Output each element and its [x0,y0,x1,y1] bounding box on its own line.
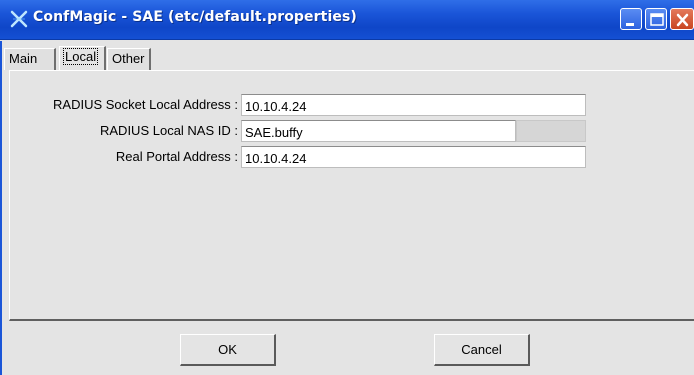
radius-local-nas-id-input[interactable] [241,120,516,142]
radius-socket-local-address-label: RADIUS Socket Local Address : [53,97,238,112]
real-portal-address-label: Real Portal Address : [115,149,238,164]
tab-local[interactable]: Local [59,46,106,71]
tab-main-label: Main [9,51,38,66]
tab-strip: Main Local Other [0,41,694,71]
maximize-button[interactable] [645,8,667,30]
minimize-icon [626,23,634,26]
cancel-button[interactable]: Cancel [434,334,530,366]
window-left-border [0,41,2,375]
radius-local-nas-id-label: RADIUS Local NAS ID : [100,123,238,138]
close-icon [676,13,689,27]
radius-socket-local-address-input[interactable] [241,94,586,116]
ok-button[interactable]: OK [180,334,276,366]
close-button[interactable] [670,8,694,30]
minimize-button[interactable] [620,8,642,30]
tab-other[interactable]: Other [107,48,151,70]
confmagic-x-icon [10,10,28,28]
tab-local-label: Local [62,48,99,65]
confmagic-window: ConfMagic - SAE (etc/default.properties)… [0,0,694,375]
radius-local-nas-id-spacer [516,120,586,142]
title-bar[interactable]: ConfMagic - SAE (etc/default.properties) [0,0,694,40]
real-portal-address-input[interactable] [241,146,586,168]
window-title: ConfMagic - SAE (etc/default.properties) [33,9,357,25]
tab-main[interactable]: Main [4,48,56,70]
maximize-icon [650,13,664,26]
tab-other-label: Other [112,51,145,66]
